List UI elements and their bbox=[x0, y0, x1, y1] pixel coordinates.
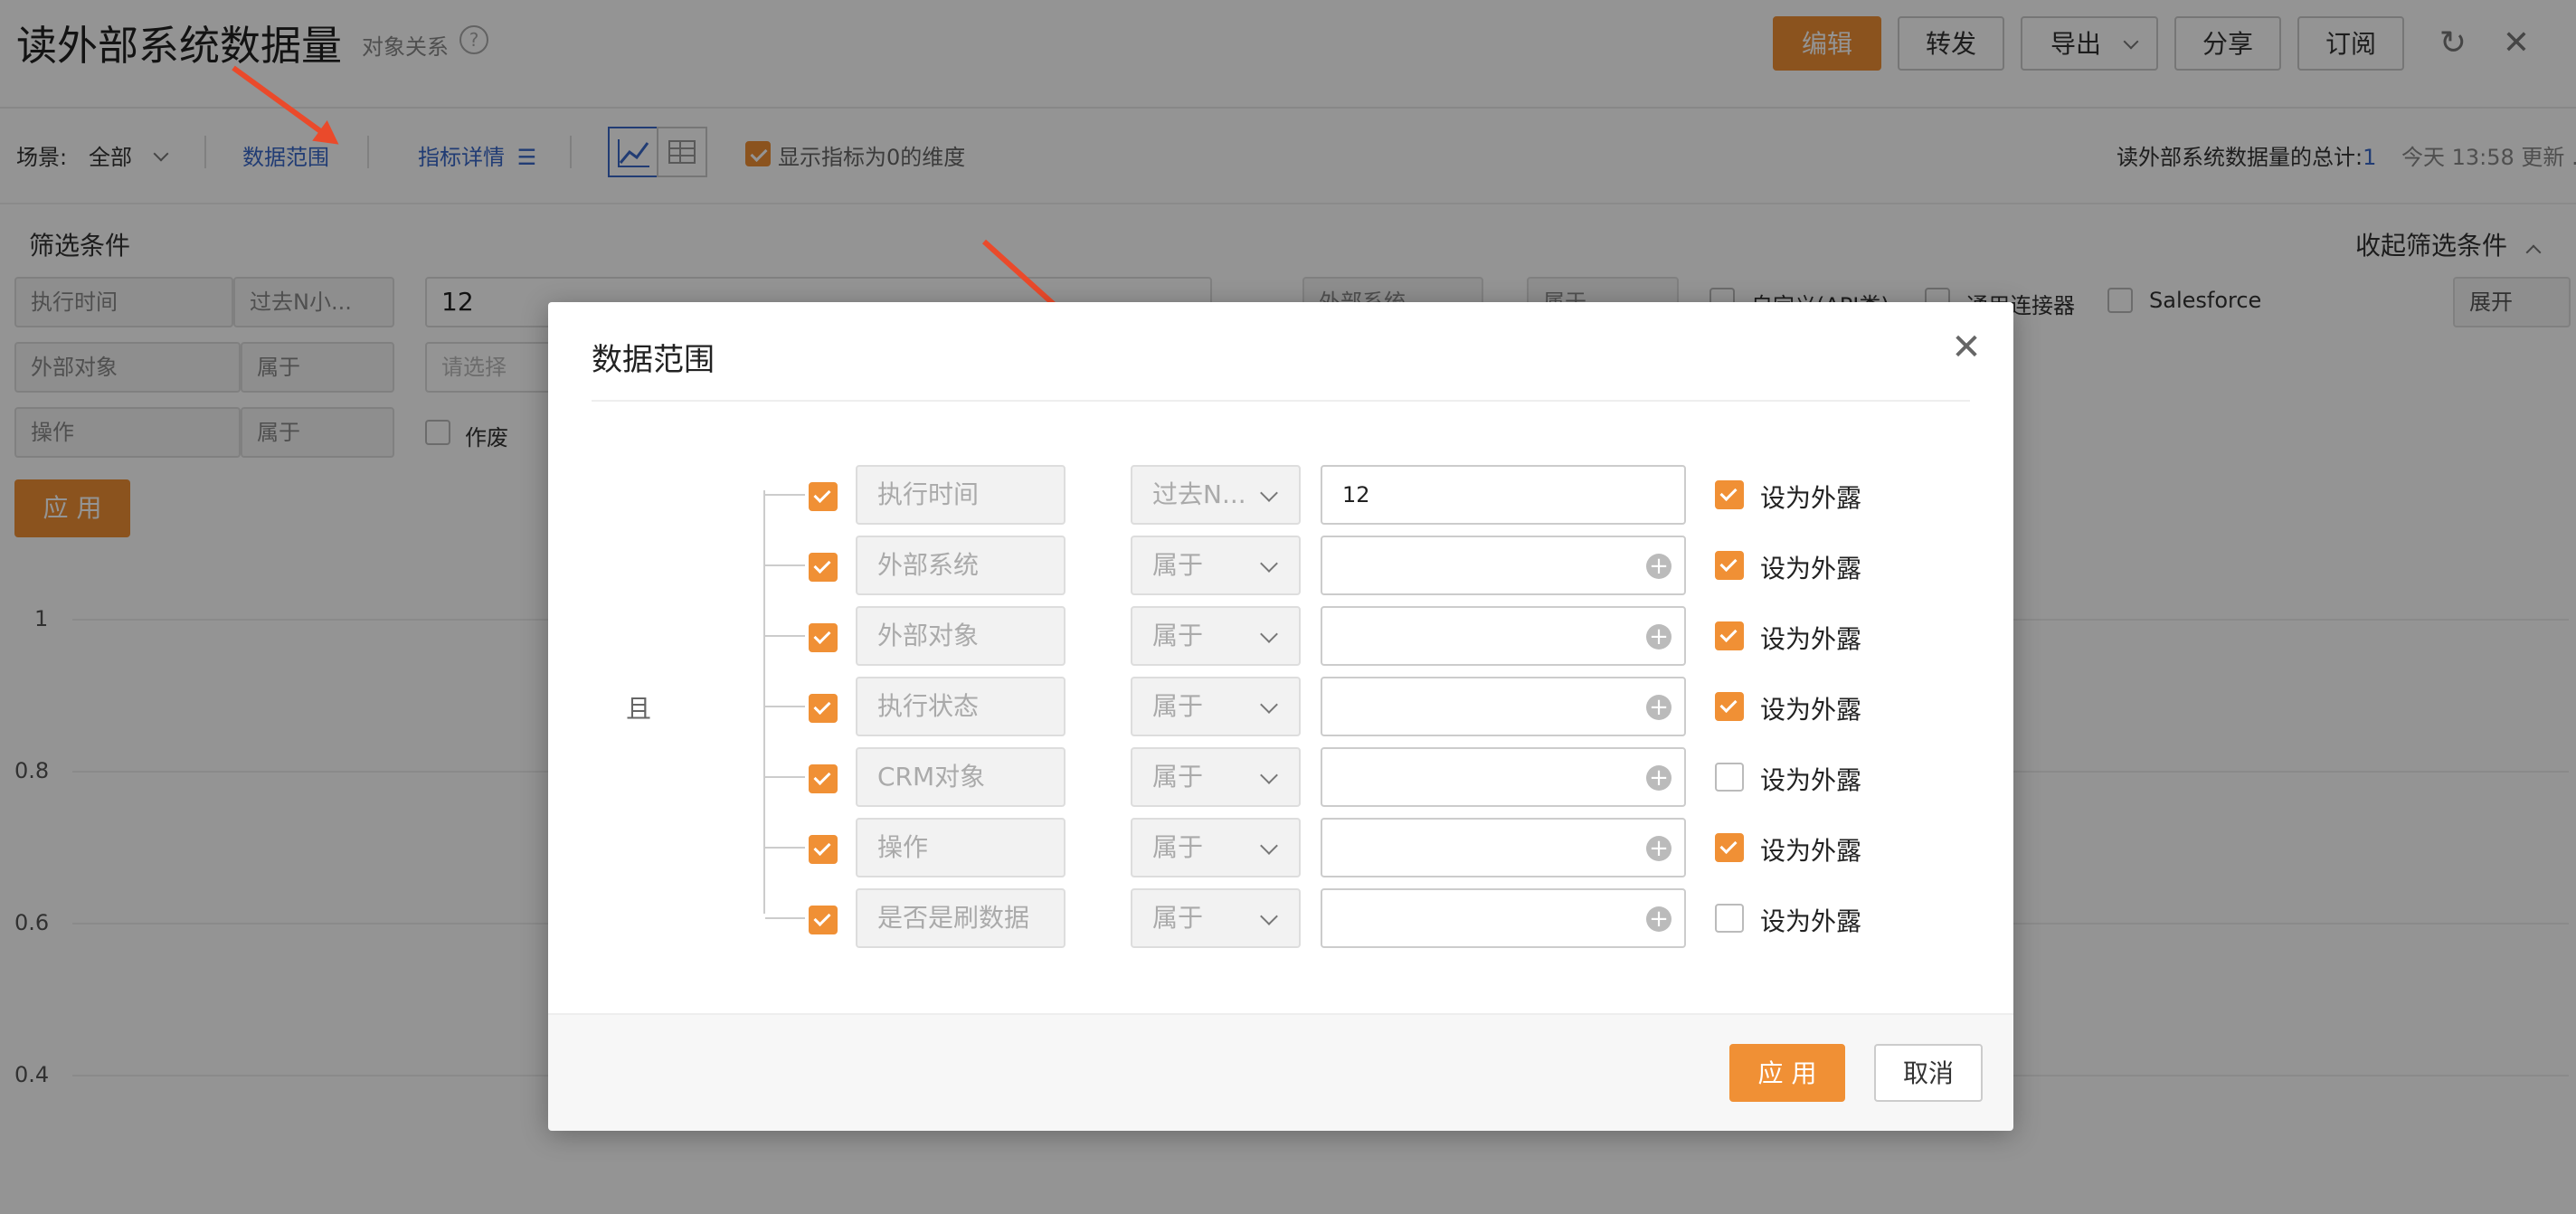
add-circle-icon[interactable]: + bbox=[1646, 554, 1672, 579]
expose-checkbox[interactable] bbox=[1715, 551, 1744, 580]
row-checkbox[interactable] bbox=[809, 835, 838, 864]
row-checkbox[interactable] bbox=[809, 623, 838, 652]
condition-operator-select[interactable]: 属于 bbox=[1131, 888, 1301, 948]
tree-line bbox=[765, 494, 805, 496]
expose-label: 设为外露 bbox=[1760, 483, 1862, 513]
condition-operator-value: 属于 bbox=[1152, 762, 1204, 792]
condition-operator-value: 属于 bbox=[1152, 550, 1204, 580]
add-circle-icon[interactable]: + bbox=[1646, 695, 1672, 720]
add-circle-icon[interactable]: + bbox=[1646, 836, 1672, 861]
condition-field: 外部对象 bbox=[856, 606, 1065, 666]
condition-value-input[interactable]: + bbox=[1321, 747, 1686, 807]
condition-operator-select[interactable]: 过去N... bbox=[1131, 465, 1301, 525]
row-checkbox[interactable] bbox=[809, 553, 838, 582]
condition-value-input[interactable]: 12 bbox=[1321, 465, 1686, 525]
close-icon[interactable]: ✕ bbox=[1948, 329, 1984, 365]
chevron-down-icon bbox=[1260, 837, 1278, 855]
expose-checkbox[interactable] bbox=[1715, 621, 1744, 650]
condition-value-input[interactable]: + bbox=[1321, 888, 1686, 948]
expose-checkbox[interactable] bbox=[1715, 904, 1744, 933]
tree-line bbox=[765, 635, 805, 637]
expose-label: 设为外露 bbox=[1760, 765, 1862, 795]
condition-value-input[interactable]: + bbox=[1321, 536, 1686, 595]
expose-label: 设为外露 bbox=[1760, 836, 1862, 866]
and-connector-label: 且 bbox=[626, 694, 652, 724]
tree-line bbox=[765, 917, 805, 919]
condition-operator-value: 过去N... bbox=[1152, 479, 1246, 509]
chevron-down-icon bbox=[1260, 696, 1278, 714]
cancel-button[interactable]: 取消 bbox=[1874, 1044, 1983, 1102]
expose-checkbox[interactable] bbox=[1715, 480, 1744, 509]
expose-label: 设为外露 bbox=[1760, 906, 1862, 936]
condition-value-input[interactable]: + bbox=[1321, 606, 1686, 666]
tree-line bbox=[763, 490, 765, 914]
data-range-dialog: 数据范围 ✕ 且 执行时间 过去N... 12 设为外露 外部系统 属于 + 设为外露 外部对象… bbox=[548, 302, 2013, 1131]
condition-operator-select[interactable]: 属于 bbox=[1131, 818, 1301, 877]
expose-checkbox[interactable] bbox=[1715, 763, 1744, 792]
dialog-title: 数据范围 bbox=[592, 342, 715, 378]
condition-field: 执行时间 bbox=[856, 465, 1065, 525]
chevron-down-icon bbox=[1260, 625, 1278, 643]
add-circle-icon[interactable]: + bbox=[1646, 906, 1672, 932]
condition-field: 是否是刷数据 bbox=[856, 888, 1065, 948]
condition-operator-value: 属于 bbox=[1152, 691, 1204, 721]
row-checkbox[interactable] bbox=[809, 764, 838, 793]
condition-operator-value: 属于 bbox=[1152, 621, 1204, 650]
expose-label: 设为外露 bbox=[1760, 695, 1862, 725]
tree-line bbox=[765, 776, 805, 778]
condition-value-input[interactable]: + bbox=[1321, 818, 1686, 877]
divider bbox=[592, 400, 1970, 402]
tree-line bbox=[765, 564, 805, 566]
condition-operator-select[interactable]: 属于 bbox=[1131, 606, 1301, 666]
condition-operator-value: 属于 bbox=[1152, 832, 1204, 862]
condition-operator-select[interactable]: 属于 bbox=[1131, 677, 1301, 736]
condition-field: CRM对象 bbox=[856, 747, 1065, 807]
condition-operator-select[interactable]: 属于 bbox=[1131, 536, 1301, 595]
expose-label: 设为外露 bbox=[1760, 624, 1862, 654]
condition-operator-value: 属于 bbox=[1152, 903, 1204, 933]
condition-field: 执行状态 bbox=[856, 677, 1065, 736]
row-checkbox[interactable] bbox=[809, 906, 838, 934]
chevron-down-icon bbox=[1260, 766, 1278, 784]
add-circle-icon[interactable]: + bbox=[1646, 765, 1672, 791]
expose-label: 设为外露 bbox=[1760, 554, 1862, 583]
chevron-down-icon bbox=[1260, 907, 1278, 925]
add-circle-icon[interactable]: + bbox=[1646, 624, 1672, 650]
condition-value-text: 12 bbox=[1342, 482, 1370, 507]
expose-checkbox[interactable] bbox=[1715, 833, 1744, 862]
row-checkbox[interactable] bbox=[809, 482, 838, 511]
chevron-down-icon bbox=[1260, 484, 1278, 502]
row-checkbox[interactable] bbox=[809, 694, 838, 723]
condition-value-input[interactable]: + bbox=[1321, 677, 1686, 736]
tree-line bbox=[765, 706, 805, 707]
tree-line bbox=[765, 847, 805, 849]
apply-button[interactable]: 应 用 bbox=[1729, 1044, 1845, 1102]
expose-checkbox[interactable] bbox=[1715, 692, 1744, 721]
condition-operator-select[interactable]: 属于 bbox=[1131, 747, 1301, 807]
condition-field: 操作 bbox=[856, 818, 1065, 877]
condition-field: 外部系统 bbox=[856, 536, 1065, 595]
chevron-down-icon bbox=[1260, 555, 1278, 573]
